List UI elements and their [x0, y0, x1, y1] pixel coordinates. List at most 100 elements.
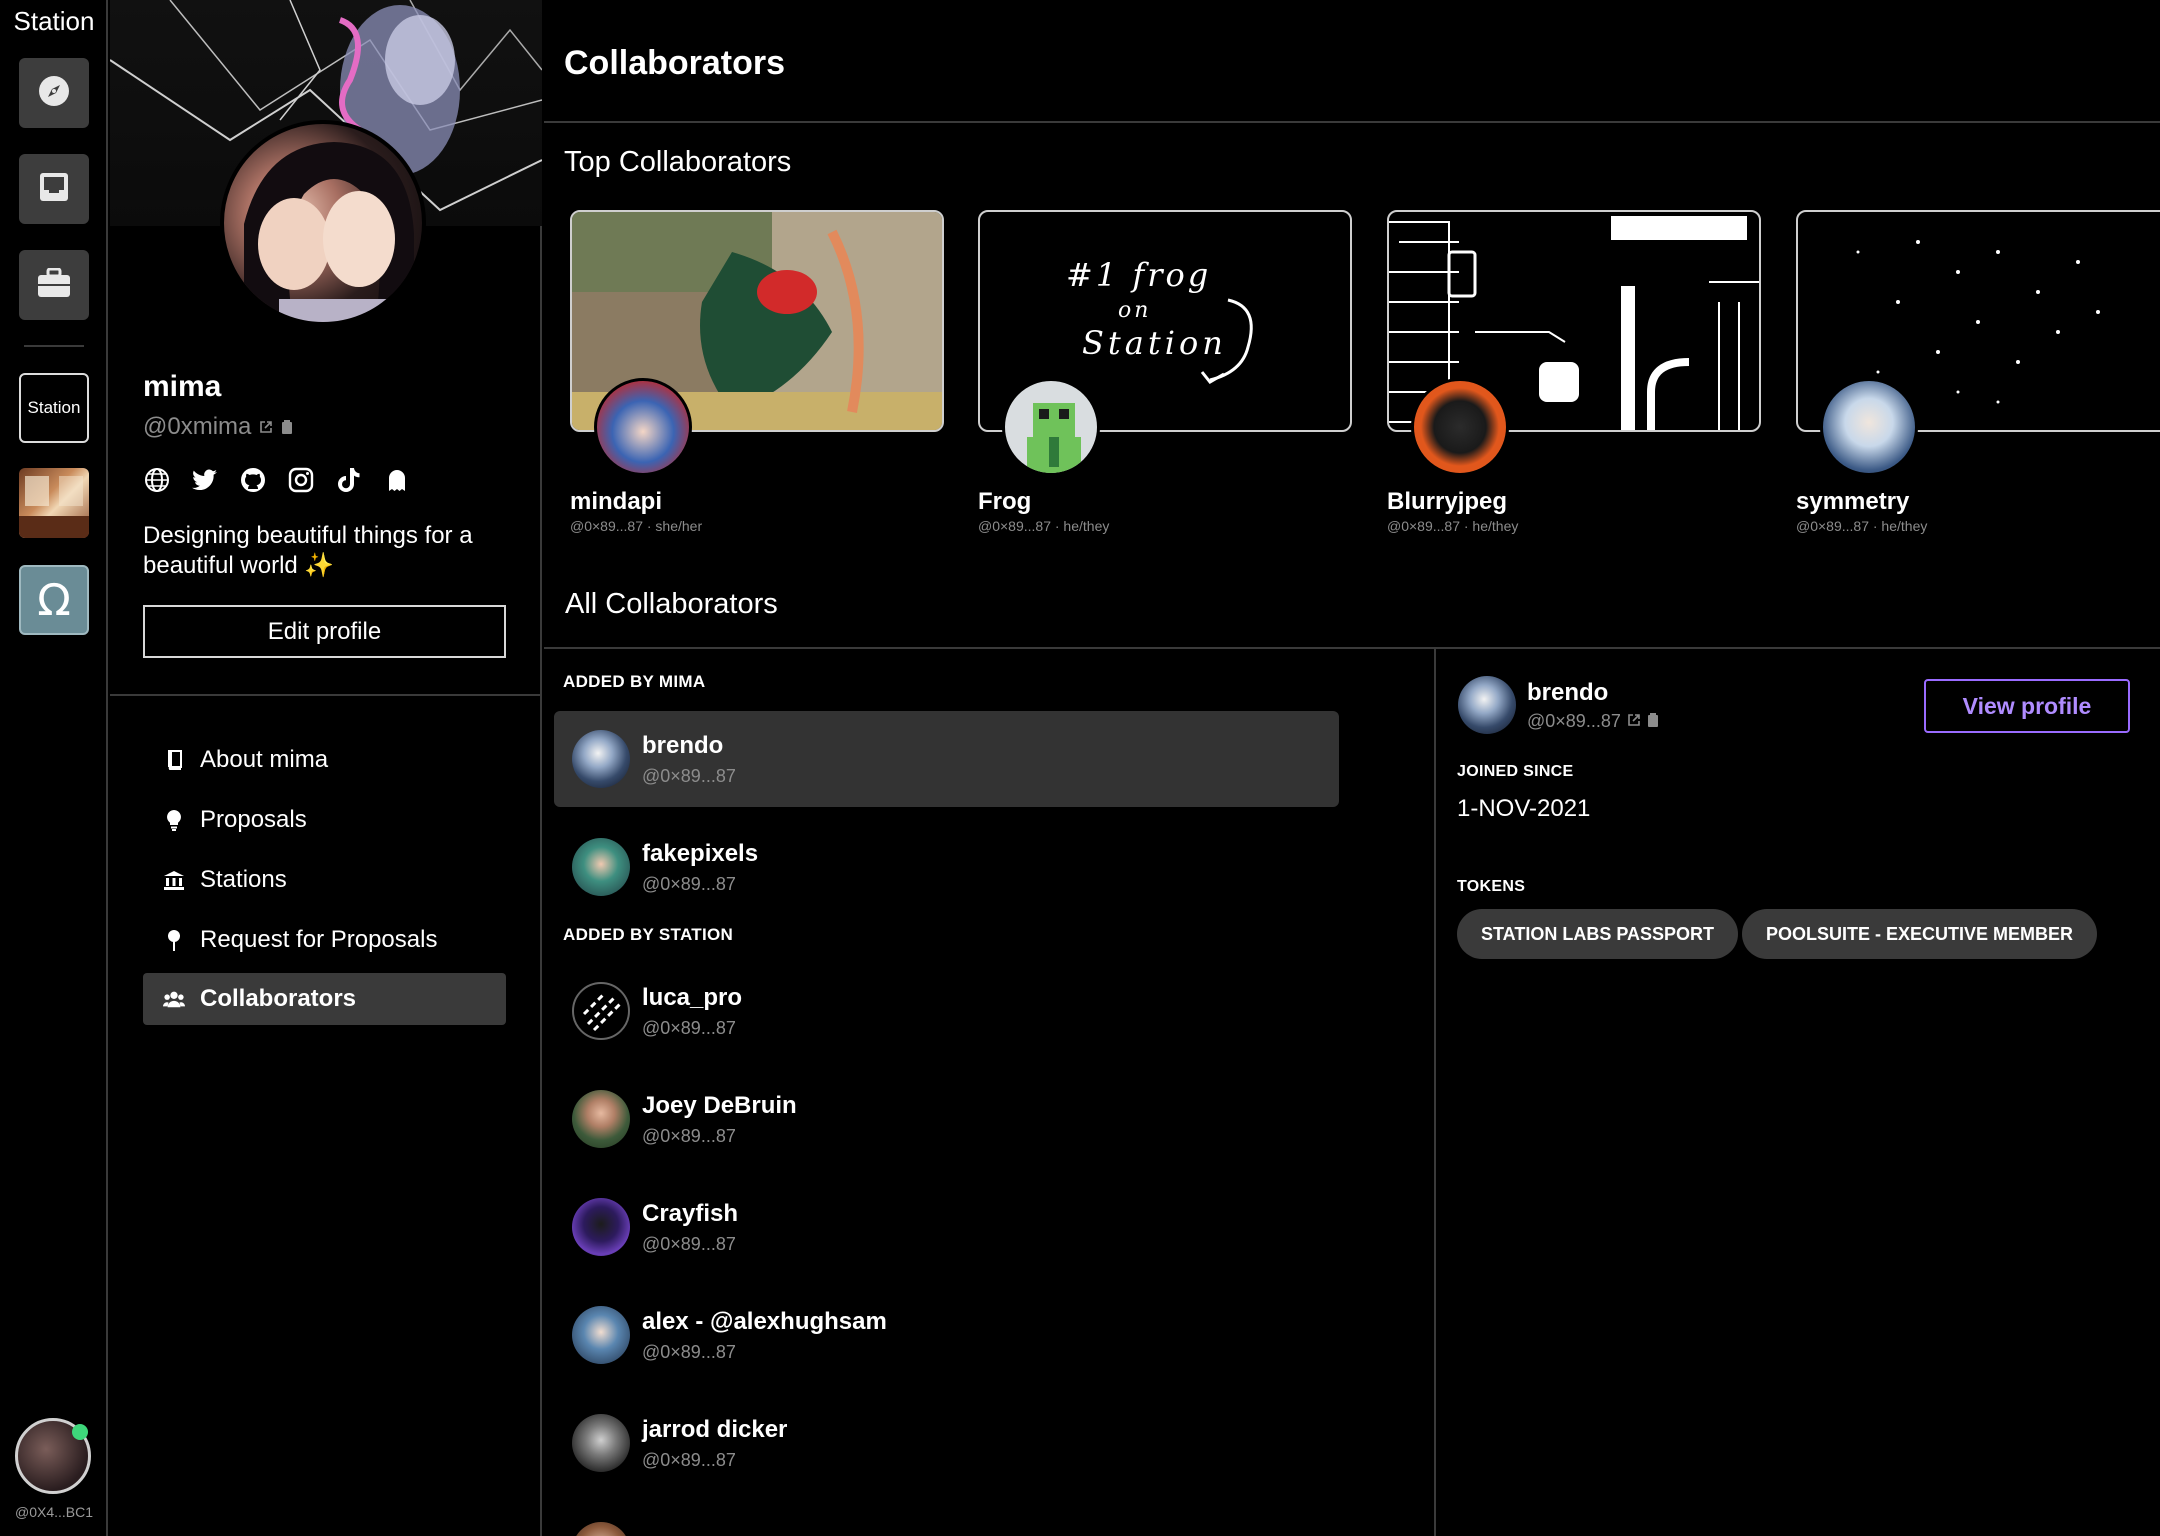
- omega-icon: Ω: [37, 574, 71, 626]
- token-badge[interactable]: STATION LABS PASSPORT: [1457, 909, 1739, 959]
- station-workspace-button[interactable]: Station: [19, 373, 89, 443]
- nav-item-label: Collaborators: [200, 985, 357, 1012]
- row-avatar: [572, 730, 630, 788]
- work-button[interactable]: [19, 250, 89, 320]
- detail-handle: @0×89...87: [1527, 711, 1621, 731]
- tiktok-icon[interactable]: [335, 466, 363, 494]
- instagram-icon[interactable]: [287, 466, 315, 494]
- omega-workspace-button[interactable]: Ω: [19, 565, 89, 635]
- view-profile-button[interactable]: View profile: [1924, 679, 2130, 733]
- row-name: Crayfish: [642, 1199, 739, 1227]
- row-handle: @0×89...87: [642, 765, 736, 786]
- inbox-icon: [38, 171, 70, 208]
- detail-avatar: [1458, 676, 1516, 734]
- collaborator-name: Blurryjpeg: [1387, 488, 1508, 515]
- profile-handle-row: @0xmima: [143, 413, 293, 441]
- bank-icon: [163, 869, 185, 891]
- nav-item-label: Proposals: [200, 806, 307, 833]
- nav-item-label: Stations: [200, 866, 287, 893]
- row-handle: @0×89...87: [642, 873, 736, 894]
- row-handle: @0×89...87: [642, 1125, 736, 1146]
- row-avatar: [572, 982, 630, 1040]
- profile-avatar: [220, 120, 426, 326]
- profile-bio: Designing beautiful things for a beautif…: [143, 522, 473, 579]
- row-name: alex - @alexhughsam: [642, 1307, 887, 1335]
- globe-icon[interactable]: [143, 466, 171, 494]
- explore-button[interactable]: [19, 58, 89, 128]
- collaborator-avatar: [594, 378, 692, 476]
- nav-item-proposals[interactable]: Proposals: [143, 794, 506, 846]
- online-indicator: [72, 1424, 88, 1440]
- nav-item-stations[interactable]: Stations: [143, 854, 506, 906]
- collaborator-detail-panel: brendo @0×89...87 View profile JOINED SI…: [1438, 649, 2160, 1536]
- joined-since-label: JOINED SINCE: [1457, 763, 1574, 780]
- row-name: jarrod dicker: [642, 1415, 788, 1443]
- pin-icon: [163, 929, 185, 951]
- lightbulb-icon: [163, 809, 185, 831]
- row-name: brendo: [642, 731, 724, 759]
- row-avatar: [572, 1090, 630, 1148]
- nav-item-rfp[interactable]: Request for Proposals: [143, 914, 506, 966]
- compass-icon: [37, 74, 71, 113]
- user-address: @0X4...BC1: [14, 1504, 94, 1520]
- left-rail: Station Station Ω @0X4...BC1: [0, 0, 108, 1536]
- profile-name: mima: [143, 370, 222, 403]
- nav-item-collaborators[interactable]: Collaborators: [143, 973, 506, 1025]
- copy-icon[interactable]: [1647, 711, 1659, 732]
- all-collaborators-heading: All Collaborators: [565, 588, 778, 620]
- profile-divider: [110, 694, 540, 696]
- workspace-thumbnail-button[interactable]: [19, 468, 89, 538]
- group-label-added-by-station: ADDED BY STATION: [563, 925, 734, 944]
- page-title: Collaborators: [564, 44, 786, 82]
- collaborator-list: ADDED BY MIMA brendo @0×89...87 fakepixe…: [544, 649, 1436, 1536]
- collaborator-handle: @0×89...87 · she/her: [570, 518, 703, 534]
- title-divider: [544, 121, 2160, 123]
- people-icon: [163, 988, 185, 1010]
- token-badge[interactable]: POOLSUITE - EXECUTIVE MEMBER: [1742, 909, 2098, 959]
- collaborator-name: Frog: [978, 488, 1032, 515]
- row-handle: @0×89...87: [642, 1017, 736, 1038]
- profile-handle: @0xmima: [143, 413, 252, 440]
- row-name: luca_pro: [642, 983, 743, 1011]
- collaborator-row[interactable]: alex - @alexhughsam @0×89...87: [554, 1287, 1339, 1383]
- profile-column: mima @0xmima Designing beautiful things …: [110, 0, 542, 1536]
- collaborator-row[interactable]: brendo @0×89...87: [554, 711, 1339, 807]
- rail-divider: [24, 345, 84, 347]
- copy-icon[interactable]: [281, 413, 293, 441]
- external-link-icon[interactable]: [259, 413, 273, 441]
- row-handle: @0×89...87: [642, 1449, 736, 1470]
- collaborator-handle: @0×89...87 · he/they: [1387, 518, 1519, 534]
- edit-profile-button[interactable]: Edit profile: [143, 605, 506, 658]
- collaborator-handle: @0×89...87 · he/they: [1796, 518, 1928, 534]
- collaborator-name: symmetry: [1796, 488, 1910, 515]
- collaborator-row[interactable]: luca_pro @0×89...87: [554, 963, 1339, 1059]
- row-name: Joey DeBruin: [642, 1091, 797, 1119]
- collaborator-row[interactable]: fakepixels @0×89...87: [554, 819, 1339, 915]
- collaborator-name: mindapi: [570, 488, 663, 515]
- external-link-icon[interactable]: [1627, 711, 1641, 732]
- collaborator-row[interactable]: Crayfish @0×89...87: [554, 1179, 1339, 1275]
- row-avatar: [572, 1522, 630, 1536]
- collaborator-row[interactable]: jarrod dicker @0×89...87: [554, 1395, 1339, 1491]
- collaborator-row[interactable]: Joey DeBruin @0×89...87: [554, 1071, 1339, 1167]
- inbox-button[interactable]: [19, 154, 89, 224]
- row-avatar: [572, 1414, 630, 1472]
- detail-name: brendo: [1527, 679, 1609, 706]
- top-collaborators-heading: Top Collaborators: [564, 146, 792, 178]
- collaborator-avatar: [1411, 378, 1509, 476]
- main-content: Collaborators Top Collaborators mindapi …: [544, 0, 2160, 1536]
- detail-handle-row: @0×89...87: [1527, 711, 1659, 732]
- github-icon[interactable]: [239, 466, 267, 494]
- nav-item-about[interactable]: About mima: [143, 734, 506, 786]
- nav-item-label: About mima: [200, 746, 329, 773]
- row-name: fakepixels: [642, 839, 759, 867]
- ghost-icon[interactable]: [383, 466, 411, 494]
- social-links: [143, 466, 411, 494]
- row-handle: @0×89...87: [642, 1233, 736, 1254]
- tokens-label: TOKENS: [1457, 878, 1526, 895]
- twitter-icon[interactable]: [191, 466, 219, 494]
- collaborator-avatar: [1820, 378, 1918, 476]
- group-label-added-by-mima: ADDED BY MIMA: [563, 672, 706, 691]
- row-avatar: [572, 838, 630, 896]
- collaborator-row[interactable]: [554, 1503, 1339, 1536]
